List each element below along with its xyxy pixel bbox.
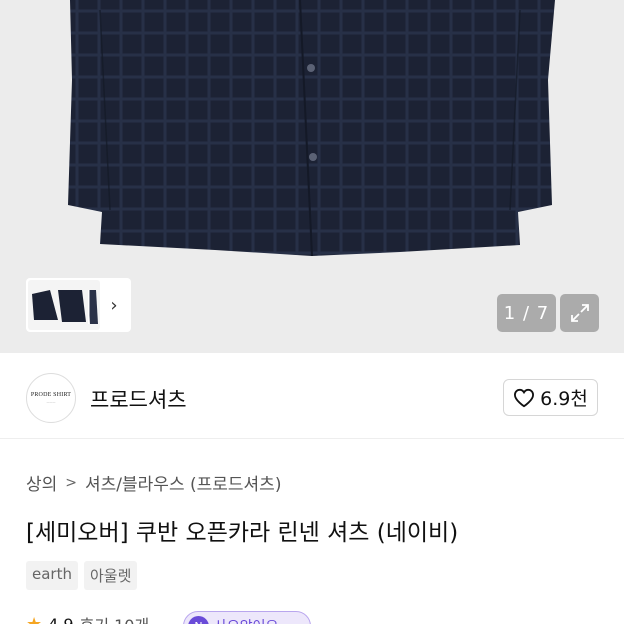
image-counter: 1 / 7	[497, 294, 556, 332]
breadcrumb: 상의 > 셔츠/블라우스 (프로드셔츠)	[26, 470, 281, 496]
product-tags: earth 아울렛	[26, 561, 138, 590]
tag-earth[interactable]: earth	[26, 561, 78, 590]
badge-icon: N	[188, 615, 209, 624]
star-icon: ★	[26, 613, 43, 624]
thumbnail-image[interactable]	[28, 280, 100, 330]
review-count[interactable]: 후기 10개	[80, 612, 150, 624]
breadcrumb-separator-icon: >	[65, 474, 78, 491]
product-image-gallery[interactable]: › 1 / 7	[0, 0, 624, 353]
badge-text: 사오았어요	[214, 616, 278, 624]
purchase-badge[interactable]: N 사오았어요	[183, 611, 311, 624]
shop-logo-text: PRODE SHIRT	[30, 392, 72, 398]
shop-logo[interactable]: PRODE SHIRT ———	[26, 373, 76, 423]
rating-value: 4.9	[48, 614, 74, 624]
breadcrumb-subcategory[interactable]: 셔츠/블라우스 (프로드셔츠)	[85, 470, 281, 495]
chevron-right-icon[interactable]: ›	[100, 295, 128, 316]
breadcrumb-category[interactable]: 상의	[26, 470, 57, 495]
heart-icon	[514, 388, 535, 407]
rating-row[interactable]: ★ 4.9 후기 10개	[26, 612, 149, 624]
product-title: [세미오버] 쿠반 오픈카라 린넨 셔츠 (네이비)	[26, 520, 459, 546]
thumbnail-strip[interactable]: ›	[26, 278, 131, 332]
tag-outlet[interactable]: 아울렛	[83, 561, 138, 590]
like-count: 6.9천	[540, 388, 588, 410]
shop-name[interactable]: 프로드셔츠	[90, 384, 187, 414]
like-button[interactable]: 6.9천	[503, 379, 598, 416]
expand-icon[interactable]	[560, 294, 599, 332]
